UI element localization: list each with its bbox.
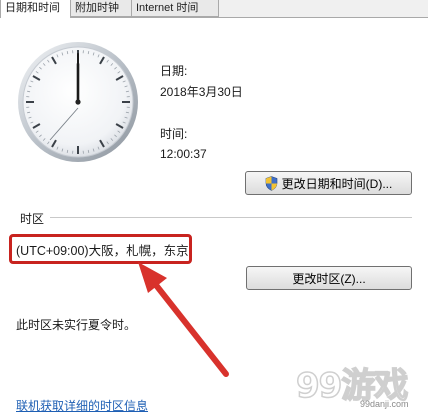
date-value: 2018年3月30日 [160, 85, 243, 99]
time-label: 时间: [160, 127, 188, 141]
timezone-group-label: 时区 [20, 212, 45, 226]
dst-note: 此时区未实行夏令时。 [16, 318, 137, 332]
tab-internet-time[interactable]: Internet 时间 [131, 0, 219, 17]
watermark-logo: 99游戏 99danji.com [295, 356, 424, 414]
uac-shield-icon [265, 175, 277, 191]
timezone-group-header: 时区 [20, 210, 412, 226]
change-date-time-label: 更改日期和时间(D)... [281, 176, 393, 191]
analog-clock [18, 42, 138, 162]
change-timezone-label: 更改时区(Z)... [292, 271, 366, 286]
online-timezone-info-link[interactable]: 联机获取详细的时区信息 [16, 397, 148, 414]
change-timezone-button[interactable]: 更改时区(Z)... [246, 266, 412, 290]
tab-additional-clocks[interactable]: 附加时钟 [70, 0, 132, 17]
tab-date-time[interactable]: 日期和时间 [0, 0, 71, 18]
arrow-head [138, 262, 167, 293]
timezone-value: (UTC+09:00)大阪，札幌，东京 [16, 244, 189, 258]
time-value: 12:00:37 [160, 147, 207, 161]
tab-bar: 日期和时间 附加时钟 Internet 时间 [0, 0, 428, 18]
clock-center [75, 99, 81, 105]
watermark-url: 99danji.com [360, 399, 409, 409]
date-label: 日期: [160, 64, 188, 78]
change-date-time-button[interactable]: 更改日期和时间(D)... [245, 171, 412, 195]
timezone-divider [50, 217, 412, 218]
arrow-shaft [149, 277, 229, 377]
